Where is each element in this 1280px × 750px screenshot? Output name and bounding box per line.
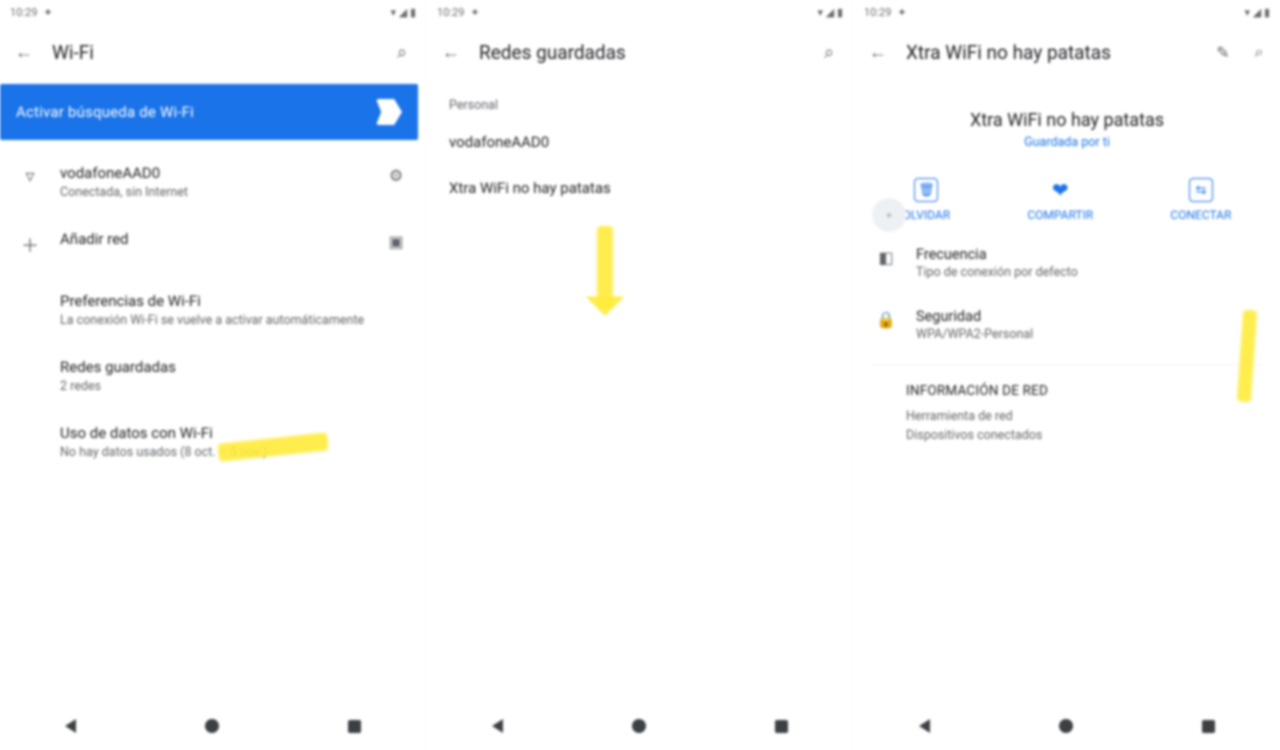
plus-icon: ＋ [18, 230, 42, 258]
network-status: Conectada, sin Internet [60, 185, 364, 202]
forget-button[interactable]: 🗑 OLVIDAR [903, 178, 951, 222]
trash-icon: 🗑 [914, 178, 938, 202]
nav-back-icon[interactable] [492, 719, 503, 733]
saved-networks-row[interactable]: Redes guardadas 2 redes [0, 344, 426, 410]
saved-sub: 2 redes [60, 379, 410, 396]
time-label: 10:29 [10, 6, 37, 19]
netinfo-item[interactable]: Dispositivos conectados [906, 428, 1228, 443]
prefs-title: Preferencias de Wi-Fi [60, 292, 410, 310]
frequency-icon: ◧ [874, 246, 898, 267]
saved-network-item[interactable]: Xtra WiFi no hay patatas [427, 165, 853, 211]
signal-icons: ▾ ◢ ▮ [818, 6, 844, 19]
nav-bar [427, 702, 853, 750]
time-label: 10:29 [437, 6, 464, 19]
nav-recent-icon[interactable] [348, 720, 361, 733]
security-key: Seguridad [916, 308, 1033, 325]
back-icon[interactable]: ← [10, 38, 38, 66]
share-label: COMPARTIR [1027, 208, 1093, 222]
data-usage-row[interactable]: Uso de datos con Wi-Fi No hay datos usad… [0, 410, 426, 476]
signal-strength-icon: ◦ [872, 198, 906, 232]
section-label: Personal [427, 80, 853, 119]
screen-saved-networks: 10:29 ✦ ▾ ◢ ▮ ← Redes guardadas ⌕ Persona… [427, 0, 854, 750]
network-name: Xtra WiFi no hay patatas [874, 110, 1260, 131]
wifi-full-icon: ▿ [18, 164, 42, 187]
add-network-label: Añadir red [60, 230, 364, 248]
divider [872, 364, 1262, 365]
saved-title: Redes guardadas [60, 358, 410, 376]
wifi-network-row[interactable]: ▿ vodafoneAAD0 Conectada, sin Internet ⚙ [0, 150, 426, 216]
status-bar: 10:29 ✦ ▾ ◢ ▮ [0, 0, 426, 24]
usage-title: Uso de datos con Wi-Fi [60, 424, 410, 442]
forget-label: OLVIDAR [903, 208, 951, 222]
share-button[interactable]: ❤ COMPARTIR [1027, 178, 1093, 222]
nav-back-icon[interactable] [919, 719, 930, 733]
highlight-arrow-icon [597, 226, 613, 308]
nav-home-icon[interactable] [1059, 719, 1073, 733]
app-bar: ← Xtra WiFi no hay patatas ✎ ⌕ [854, 24, 1280, 80]
nav-home-icon[interactable] [205, 719, 219, 733]
tag-icon [376, 99, 402, 125]
frequency-key: Frecuencia [916, 246, 1078, 263]
netinfo-item[interactable]: Herramienta de red [906, 409, 1228, 424]
nav-home-icon[interactable] [632, 719, 646, 733]
screen-network-detail: 10:29 ✦ ▾ ◢ ▮ ← Xtra WiFi no hay patatas … [854, 0, 1280, 750]
signal-icons: ▾ ◢ ▮ [1245, 6, 1271, 19]
usage-sub: No hay datos usados (8 oct. – 5 nov.) [60, 445, 410, 462]
connect-button[interactable]: ⇆ CONECTAR [1170, 178, 1231, 222]
highlight-arrow-head [585, 296, 625, 316]
nav-back-icon[interactable] [65, 719, 76, 733]
nav-recent-icon[interactable] [775, 720, 788, 733]
edit-icon[interactable]: ✎ [1212, 41, 1234, 63]
signal-icons: ▾ ◢ ▮ [391, 6, 417, 19]
frequency-row[interactable]: ◧ Frecuencia Tipo de conexión por defect… [854, 232, 1280, 294]
status-bar: 10:29 ✦ ▾ ◢ ▮ [854, 0, 1280, 24]
banner-text: Activar búsqueda de Wi-Fi [16, 103, 362, 121]
action-row: 🗑 OLVIDAR ❤ COMPARTIR ⇆ CONECTAR [854, 160, 1280, 232]
settings-gear-icon[interactable]: ⚙ [382, 164, 410, 185]
qr-scan-icon[interactable]: ▣ [382, 230, 410, 251]
frequency-value: Tipo de conexión por defecto [916, 265, 1078, 280]
app-bar: ← Redes guardadas ⌕ [427, 24, 853, 80]
page-title: Redes guardadas [479, 41, 801, 64]
time-label: 10:29 [864, 6, 891, 19]
notif-icon: ✦ [897, 6, 906, 19]
security-row[interactable]: 🔒 Seguridad WPA/WPA2-Personal [854, 294, 1280, 356]
notif-icon: ✦ [43, 6, 52, 19]
lock-icon: 🔒 [874, 308, 898, 329]
saved-network-item[interactable]: vodafoneAAD0 [427, 119, 853, 165]
security-value: WPA/WPA2-Personal [916, 327, 1033, 342]
search-icon[interactable]: ⌕ [815, 38, 843, 66]
nav-recent-icon[interactable] [1202, 720, 1215, 733]
saved-by-label[interactable]: Guardada por ti [874, 135, 1260, 150]
nav-bar [0, 702, 426, 750]
share-icon: ❤ [1048, 178, 1072, 202]
status-bar: 10:29 ✦ ▾ ◢ ▮ [427, 0, 853, 24]
back-icon[interactable]: ← [437, 38, 465, 66]
network-header: Xtra WiFi no hay patatas Guardada por ti [854, 80, 1280, 160]
screen-wifi-list: 10:29 ✦ ▾ ◢ ▮ ← Wi-Fi ⌕ Activar búsqueda … [0, 0, 427, 750]
nav-bar [854, 702, 1280, 750]
wifi-scan-banner[interactable]: Activar búsqueda de Wi-Fi [0, 84, 418, 140]
page-title: Xtra WiFi no hay patatas [906, 41, 1198, 64]
page-title: Wi-Fi [52, 41, 374, 64]
connect-label: CONECTAR [1170, 208, 1231, 222]
network-info-section: INFORMACIÓN DE RED Herramienta de red Di… [854, 373, 1280, 451]
app-bar: ← Wi-Fi ⌕ [0, 24, 426, 80]
connect-icon: ⇆ [1189, 178, 1213, 202]
notif-icon: ✦ [470, 6, 479, 19]
network-ssid: vodafoneAAD0 [60, 164, 364, 182]
search-icon[interactable]: ⌕ [1248, 41, 1270, 63]
add-network-row[interactable]: ＋ Añadir red ▣ [0, 216, 426, 272]
back-icon[interactable]: ← [864, 38, 892, 66]
wifi-prefs-row[interactable]: Preferencias de Wi-Fi La conexión Wi-Fi … [0, 278, 426, 344]
search-icon[interactable]: ⌕ [388, 38, 416, 66]
prefs-sub: La conexión Wi-Fi se vuelve a activar au… [60, 313, 410, 330]
netinfo-header: INFORMACIÓN DE RED [906, 383, 1228, 399]
